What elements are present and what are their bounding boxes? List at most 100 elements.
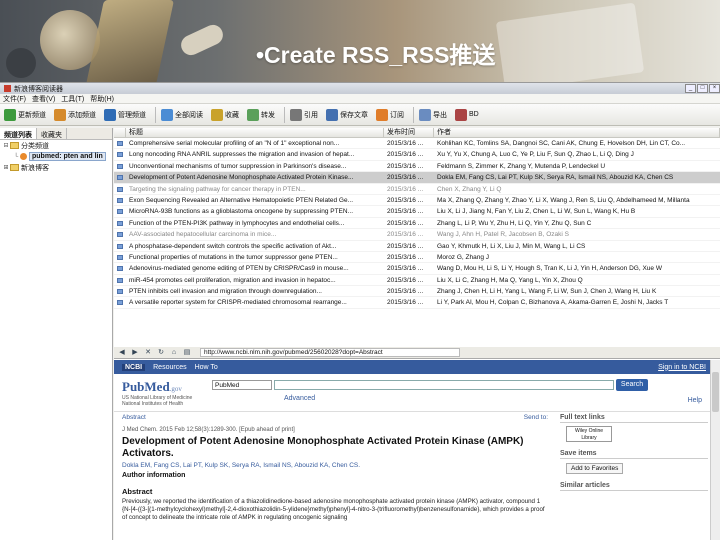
article-flag-cell [114, 161, 126, 171]
forward-icon[interactable]: ▶ [130, 348, 140, 357]
toolbar-button-4[interactable]: 收藏 [209, 108, 241, 122]
save-items-heading: Save items [560, 450, 708, 459]
toolbar-button-8[interactable]: 订阅 [374, 108, 406, 122]
citation: J Med Chem. 2015 Feb 12;58(3):1289-300. … [122, 427, 295, 433]
window-titlebar[interactable]: 新浪博客阅读器 _ □ × [0, 83, 720, 94]
home-icon[interactable]: ⌂ [169, 348, 179, 357]
article-icon [117, 141, 123, 146]
decorative-photo [85, 0, 175, 82]
author-list[interactable]: Dokla EM, Fang CS, Lai PT, Kulp SK, Sery… [122, 462, 548, 469]
toolbar-button-5[interactable]: 转发 [245, 108, 277, 122]
format-select[interactable]: Abstract [122, 414, 146, 421]
database-select[interactable]: PubMed [212, 380, 272, 390]
pubmed-sidebar: Full text links Wiley Online Library Sav… [560, 414, 708, 494]
article-author-cell: Zhang L, Li P, Wu Y, Zhu H, Li Q, Yin Y,… [437, 219, 592, 227]
article-icon [117, 220, 123, 226]
expand-icon[interactable]: ⊞ [2, 164, 10, 171]
menu-view[interactable]: 查看(V) [32, 94, 55, 104]
table-row[interactable]: Comprehensive serial molecular profiling… [114, 138, 720, 150]
resources-menu[interactable]: Resources [153, 364, 186, 371]
toolbar-button-2[interactable]: 管理频道 [102, 108, 148, 122]
pubmed-logo[interactable]: PubMed.gov [122, 379, 182, 395]
article-date-cell: 2015/3/16 ... [387, 196, 424, 204]
article-title-cell: Long noncoding RNA ANRIL suppresses the … [129, 151, 355, 159]
scrollbar-thumb[interactable] [712, 372, 719, 412]
toolbar-button-7[interactable]: 保存文章 [324, 108, 370, 122]
refresh-icon[interactable]: ↻ [156, 348, 166, 357]
menu-help[interactable]: 帮助(H) [90, 94, 114, 104]
rss-reader-window: 新浪博客阅读器 _ □ × 文件(F) 查看(V) 工具(T) 帮助(H) 更新… [0, 82, 720, 540]
table-row[interactable]: Unconventional mechanisms of tumor suppr… [114, 161, 720, 173]
howto-menu[interactable]: How To [195, 364, 218, 371]
help-link[interactable]: Help [688, 397, 702, 404]
menu-tools[interactable]: 工具(T) [61, 94, 84, 104]
toolbar-button-9[interactable]: 导出 [417, 108, 449, 122]
toolbar-button-0[interactable]: 更新频道 [2, 108, 48, 122]
table-row[interactable]: Adenovirus-mediated genome editing of PT… [114, 263, 720, 275]
collapse-icon[interactable]: ⊟ [2, 142, 10, 149]
toolbar-icon [455, 108, 467, 121]
signin-link[interactable]: Sign in to NCBI [658, 364, 706, 371]
toolbar-icon [4, 108, 16, 121]
toolbar-button-label: 收藏 [225, 111, 239, 119]
menu-file[interactable]: 文件(F) [3, 94, 26, 104]
column-header-author[interactable]: 作者 [434, 128, 720, 137]
add-to-favorites-button[interactable]: Add to Favorites [566, 463, 624, 474]
table-row[interactable]: PTEN inhibits cell invasion and migratio… [114, 286, 720, 298]
nlm-subtitle: US National Library of Medicine National… [122, 395, 193, 407]
toolbar-button-3[interactable]: 全部阅读 [159, 108, 205, 122]
article-title-cell: MicroRNA-93B functions as a glioblastoma… [129, 208, 353, 216]
article-date-cell: 2015/3/16 ... [387, 231, 424, 239]
ncbi-logo[interactable]: NCBI [122, 363, 146, 371]
toolbar-button-10[interactable]: BD [453, 108, 481, 122]
article-date-cell: 2015/3/16 ... [387, 162, 424, 170]
toolbar-icon [326, 108, 338, 121]
table-row[interactable]: A versatile reporter system for CRISPR-m… [114, 297, 720, 309]
article-title-cell: miR-454 promotes cell proliferation, mig… [129, 276, 336, 284]
tree-node[interactable]: ⊟ 分类频道 [0, 140, 112, 151]
table-row[interactable]: AAV-associated hepatocellular carcinoma … [114, 229, 720, 241]
search-button[interactable]: Search [616, 379, 648, 391]
tab-channel-list[interactable]: 频道列表 [0, 128, 37, 139]
close-button[interactable]: × [709, 84, 720, 93]
maximize-button[interactable]: □ [697, 84, 708, 93]
tab-favorites[interactable]: 收藏夹 [37, 128, 67, 139]
table-row[interactable]: Targeting the signaling pathway for canc… [114, 184, 720, 195]
column-header-flag[interactable] [114, 128, 126, 137]
back-icon[interactable]: ◀ [117, 348, 127, 357]
pubmed-logo-gov: .gov [169, 385, 182, 393]
article-author-cell: Chen X, Zhang Y, Li Q [437, 185, 502, 193]
article-flag-cell [114, 229, 126, 239]
advanced-link[interactable]: Advanced [284, 395, 315, 402]
abstract-text: Previously, we reported the identificati… [122, 498, 545, 521]
search-input[interactable] [274, 380, 614, 390]
toolbar-icon [376, 108, 388, 121]
print-icon[interactable]: ▤ [182, 348, 192, 357]
url-field[interactable]: http://www.ncbi.nlm.nih.gov/pubmed/25602… [200, 348, 460, 357]
table-row[interactable]: Exon Sequencing Revealed an Alternative … [114, 195, 720, 207]
toolbar-button-6[interactable]: 引用 [288, 108, 320, 122]
column-header-title[interactable]: 标题 [126, 128, 384, 137]
toolbar-button-label: 订阅 [390, 111, 404, 119]
minimize-button[interactable]: _ [685, 84, 696, 93]
wiley-link[interactable]: Wiley Online Library [566, 426, 612, 442]
table-row[interactable]: Function of the PTEN-PI3K pathway in lym… [114, 218, 720, 230]
table-row[interactable]: miR-454 promotes cell proliferation, mig… [114, 275, 720, 287]
article-flag-cell [114, 172, 126, 182]
article-icon [117, 266, 123, 272]
article-date-cell: 2015/3/16 ... [387, 140, 424, 147]
column-header-date[interactable]: 发布时间 [384, 128, 434, 137]
article-title-cell: Development of Potent Adenosine Monophos… [129, 174, 354, 182]
toolbar-button-1[interactable]: 添加频道 [52, 108, 98, 122]
table-row[interactable]: MicroRNA-93B functions as a glioblastoma… [114, 206, 720, 218]
send-to-menu[interactable]: Send to: [524, 414, 548, 421]
author-information-toggle[interactable]: Author information [122, 472, 548, 479]
table-row[interactable]: Long noncoding RNA ANRIL suppresses the … [114, 149, 720, 161]
table-row[interactable]: Development of Potent Adenosine Monophos… [114, 172, 720, 184]
stop-icon[interactable]: ✕ [143, 348, 153, 357]
tree-node[interactable]: ⊞ 新浪博客 [0, 162, 112, 173]
tree-node[interactable]: └ pubmed: pten and lin [0, 151, 112, 162]
table-row[interactable]: Functional properties of mutations in th… [114, 252, 720, 264]
table-row[interactable]: A phosphatase-dependent switch controls … [114, 241, 720, 252]
vertical-scrollbar[interactable] [710, 360, 720, 540]
